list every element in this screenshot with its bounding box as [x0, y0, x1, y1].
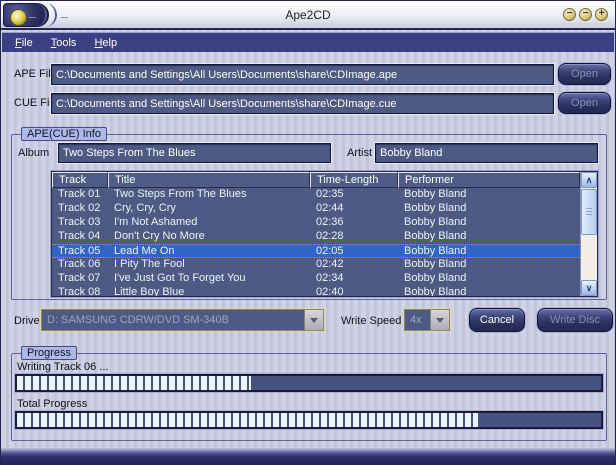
cancel-button[interactable]: Cancel	[469, 308, 525, 332]
track-cell: Track 01	[58, 188, 101, 200]
info-group-title: APE(CUE) Info	[21, 127, 107, 141]
column-header-time-length[interactable]: Time-Length	[310, 172, 398, 188]
track-row[interactable]: Track 03 I'm Not Ashamed 02:36 Bobby Bland	[52, 216, 580, 230]
track-cell: Bobby Bland	[404, 245, 467, 257]
close-button[interactable]: +	[595, 8, 608, 21]
write-speed-label: Write Speed	[341, 315, 402, 327]
scrollbar-thumb[interactable]	[581, 189, 597, 235]
track-cell: 02:28	[316, 230, 344, 242]
track-cell: 02:05	[316, 245, 344, 257]
total-progress-bar	[15, 411, 603, 429]
track-cell: 02:42	[316, 258, 344, 270]
scrollbar-track[interactable]	[581, 235, 597, 280]
track-row[interactable]: Track 06 I Pity The Fool 02:42 Bobby Bland	[52, 258, 580, 272]
track-cell: 02:40	[316, 286, 344, 296]
column-header-title[interactable]: Title	[108, 172, 310, 188]
title-bar[interactable]: _ _ Ape2CD − − +	[1, 1, 615, 30]
track-cell: I Pity The Fool	[114, 258, 185, 270]
track-list: Track 01 Two Steps From The Blues 02:35 Bob…	[52, 188, 580, 296]
track-cell: Bobby Bland	[404, 188, 467, 200]
track-progress-fill	[17, 376, 251, 390]
drive-select[interactable]: D: SAMSUNG CDRW/DVD SM-340B	[41, 309, 324, 331]
write-disc-button[interactable]: Write Disc	[537, 308, 613, 332]
write-speed-value: 4x	[410, 314, 422, 326]
scroll-up-icon[interactable]: ∧	[581, 172, 597, 188]
ape-file-input[interactable]	[51, 64, 554, 85]
dropdown-arrow-icon[interactable]	[430, 310, 449, 330]
ape2cd-window: _ _ Ape2CD − − + File Tools Help APE Fil…	[0, 0, 616, 465]
artist-input[interactable]	[375, 143, 598, 163]
track-row[interactable]: Track 01 Two Steps From The Blues 02:35 Bob…	[52, 188, 580, 202]
track-cell: Track 02	[58, 202, 101, 214]
track-cell: 02:44	[316, 202, 344, 214]
album-label: Album	[18, 147, 50, 159]
scroll-down-icon[interactable]: ∨	[581, 280, 597, 296]
track-row[interactable]: Track 02 Cry, Cry, Cry 02:44 Bobby Bland	[52, 202, 580, 216]
maximize-button[interactable]: −	[579, 8, 592, 21]
track-row[interactable]: Track 08 Little Boy Blue 02:40 Bobby Bland	[52, 286, 580, 296]
track-table-header: Track Title Time-Length Performer	[52, 172, 597, 188]
track-cell: Bobby Bland	[404, 230, 467, 242]
track-cell: Little Boy Blue	[114, 286, 185, 296]
track-cell: Track 05	[58, 245, 101, 257]
track-cell: Don't Cry No More	[114, 230, 205, 242]
track-cell: Two Steps From The Blues	[114, 188, 247, 200]
current-track-status: Writing Track 06 ...	[17, 361, 109, 373]
track-cell: Bobby Bland	[404, 202, 467, 214]
status-bar	[1, 448, 615, 464]
cue-file-input[interactable]	[51, 93, 554, 114]
dropdown-arrow-icon[interactable]	[304, 310, 323, 330]
track-cell: 02:34	[316, 272, 344, 284]
track-cell: Lead Me On	[114, 245, 175, 257]
window-title: Ape2CD	[285, 8, 331, 22]
track-cell: 02:35	[316, 188, 344, 200]
track-cell: I've Just Got To Forget You	[114, 272, 246, 284]
track-cell: Cry, Cry, Cry	[114, 202, 176, 214]
track-cell: Bobby Bland	[404, 216, 467, 228]
drive-label: Drive	[14, 315, 40, 327]
track-cell: Track 04	[58, 230, 101, 242]
total-progress-label: Total Progress	[17, 398, 88, 410]
column-header-performer[interactable]: Performer	[398, 172, 580, 188]
track-cell: Track 07	[58, 272, 101, 284]
track-cell: Track 08	[58, 286, 101, 296]
track-table: Track Title Time-Length Performer Track …	[51, 171, 598, 297]
track-cell: 02:36	[316, 216, 344, 228]
menu-help[interactable]: Help	[94, 37, 117, 49]
track-progress-bar	[15, 374, 603, 392]
track-list-scrollbar[interactable]: ∧ ∨	[580, 172, 597, 296]
menu-bar: File Tools Help	[2, 32, 614, 52]
artist-label: Artist	[347, 147, 373, 159]
window-controls: − − +	[563, 8, 608, 21]
minimize-button[interactable]: −	[563, 8, 576, 21]
write-speed-select[interactable]: 4x	[404, 309, 450, 331]
track-cell: Bobby Bland	[404, 272, 467, 284]
track-cell: Bobby Bland	[404, 286, 467, 296]
track-cell: Track 06	[58, 258, 101, 270]
open-ape-button[interactable]: Open	[558, 63, 611, 85]
column-header-track[interactable]: Track	[52, 172, 108, 188]
total-progress-fill	[17, 413, 479, 427]
track-cell: I'm Not Ashamed	[114, 216, 198, 228]
track-row[interactable]: Track 07 I've Just Got To Forget You 02:34…	[52, 272, 580, 286]
track-cell: Bobby Bland	[404, 258, 467, 270]
drive-select-value: D: SAMSUNG CDRW/DVD SM-340B	[47, 314, 229, 326]
album-input[interactable]	[58, 143, 331, 163]
track-cell: Track 03	[58, 216, 101, 228]
menu-tools[interactable]: Tools	[51, 37, 77, 49]
menu-file[interactable]: File	[15, 37, 33, 49]
track-row[interactable]: Track 05 Lead Me On 02:05 Bobby Bland	[52, 244, 580, 258]
open-cue-button[interactable]: Open	[558, 92, 611, 114]
track-row[interactable]: Track 04 Don't Cry No More 02:28 Bobby Blan…	[52, 230, 580, 244]
progress-group-title: Progress	[21, 346, 78, 360]
